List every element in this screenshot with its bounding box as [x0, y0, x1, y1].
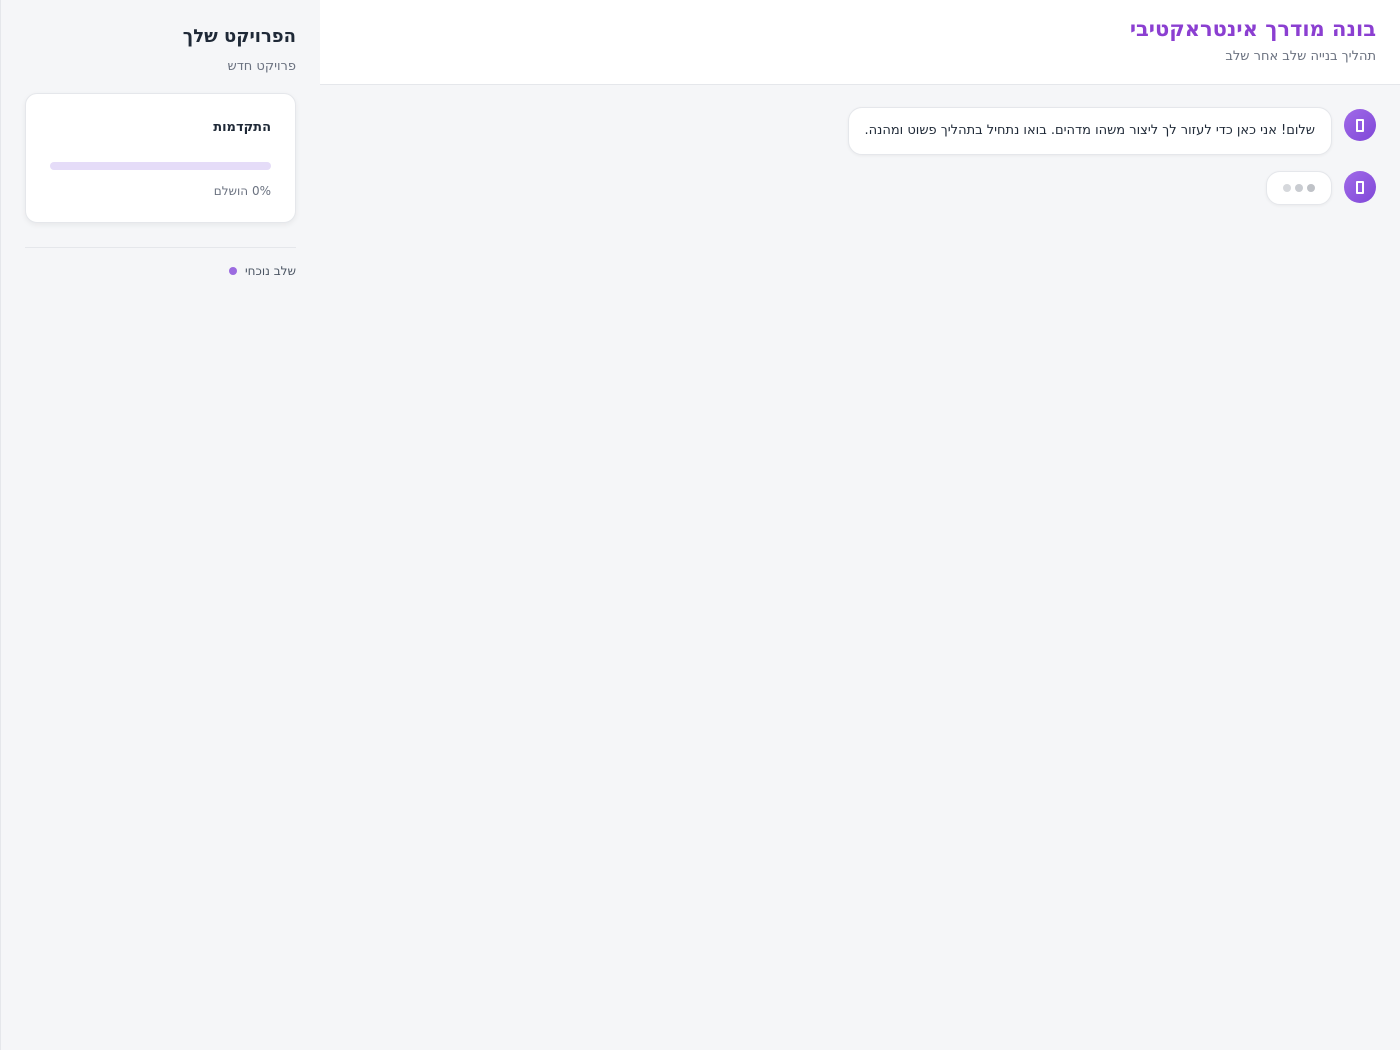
main-area: בונה מודרך אינטראקטיבי תהליך בנייה שלב א… [320, 0, 1400, 1050]
current-step-label: שלב נוכחי [244, 264, 296, 278]
progress-text: 0% הושלם [213, 184, 271, 198]
message-bubble: שלום! אני כאן כדי לעזור לך ליצור משהו מד… [847, 107, 1332, 155]
project-title: הפרויקט שלך [182, 26, 296, 47]
message-row: שלום! אני כאן כדי לעזור לך ליצור משהו מד… [344, 107, 1376, 155]
page-subtitle: תהליך בנייה שלב אחר שלב [1225, 49, 1376, 64]
sidebar-divider [25, 247, 296, 248]
project-subtitle: פרויקט חדש [227, 59, 297, 74]
typing-row [344, 171, 1376, 205]
progress-label: התקדמות [213, 120, 271, 135]
typing-indicator [1266, 171, 1332, 205]
app: הפרויקט שלך פרויקט חדש התקדמות 0% הושלם … [0, 0, 1400, 1050]
progress-card: התקדמות 0% הושלם [25, 93, 296, 223]
chat-messages: שלום! אני כאן כדי לעזור לך ליצור משהו מד… [320, 85, 1400, 205]
page-title: בונה מודרך אינטראקטיבי [1129, 17, 1376, 41]
current-step-dot-icon [228, 267, 237, 275]
bot-icon [1344, 109, 1376, 141]
typing-dot [1307, 184, 1315, 192]
sidebar: הפרויקט שלך פרויקט חדש התקדמות 0% הושלם … [0, 0, 320, 1050]
bot-icon [1344, 171, 1376, 203]
header: בונה מודרך אינטראקטיבי תהליך בנייה שלב א… [320, 0, 1400, 85]
current-step: שלב נוכחי [25, 264, 296, 278]
typing-dot [1295, 184, 1303, 192]
typing-dot [1283, 184, 1291, 192]
progress-bar [50, 162, 271, 170]
